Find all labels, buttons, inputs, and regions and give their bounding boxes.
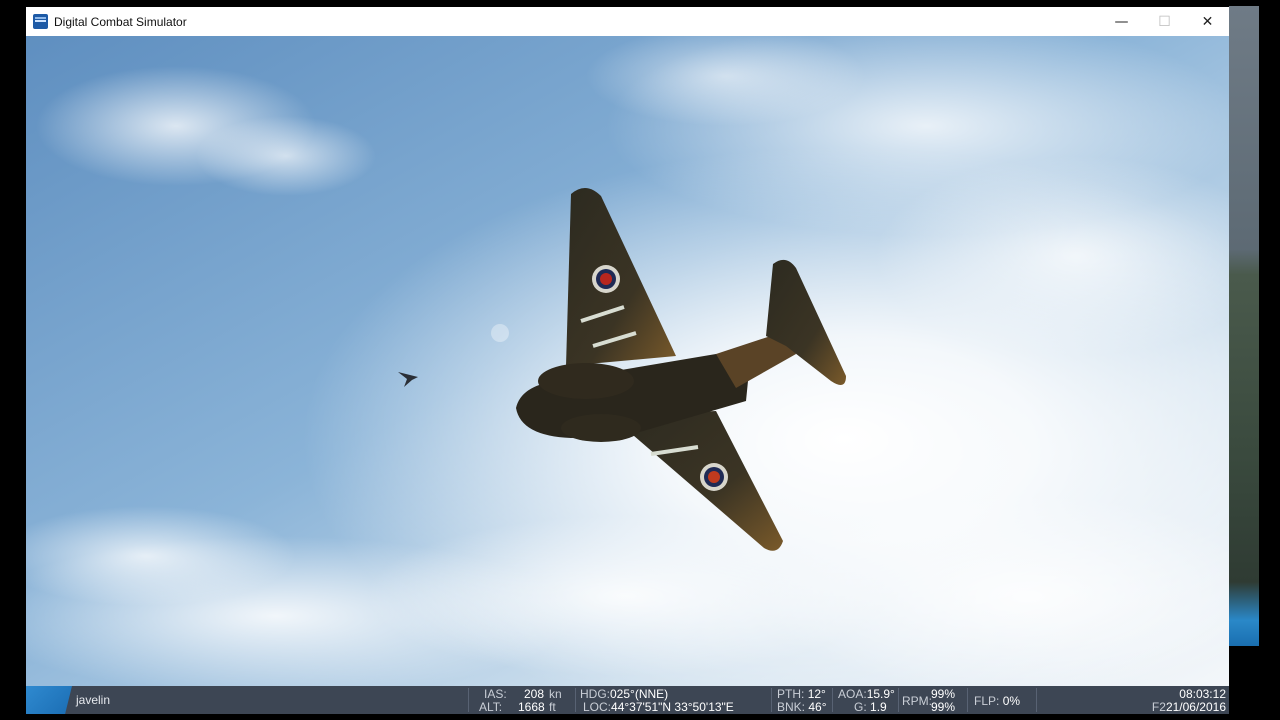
frame-label: F2: [1151, 700, 1166, 714]
separator: [468, 688, 469, 712]
window-controls: — ☐ ✕: [1100, 7, 1229, 36]
rpm-value-2: 99%: [931, 700, 956, 714]
minimize-button[interactable]: —: [1100, 7, 1143, 36]
location-readout: LOC:44°37'51"N 33°50'13"E: [583, 701, 734, 714]
alt-label: ALT:: [479, 700, 503, 714]
g-readout: G: 1.9: [854, 701, 887, 714]
clock-time: 08:03:12: [1179, 687, 1226, 701]
rpm-readout-2: 99%: [931, 701, 955, 714]
loc-label: LOC:: [583, 700, 612, 714]
title-bar[interactable]: Digital Combat Simulator — ☐ ✕: [26, 7, 1229, 36]
bnk-value: 46°: [808, 700, 827, 714]
rpm-value-1: 99%: [931, 687, 956, 701]
background-window: [1229, 6, 1259, 646]
flaps-readout: FLP: 0%: [974, 695, 1020, 708]
alt-unit: ft: [549, 700, 556, 714]
pth-label: PTH:: [777, 687, 805, 701]
separator: [967, 688, 968, 712]
date-value: 21/06/2016: [1165, 700, 1226, 714]
window-title: Digital Combat Simulator: [54, 14, 187, 29]
camera-indicator: [26, 686, 72, 714]
separator: [575, 688, 576, 712]
bnk-label: BNK:: [777, 700, 806, 714]
loc-value: 44°37'51"N 33°50'13"E: [611, 700, 734, 714]
flp-value: 0%: [1002, 694, 1021, 708]
separator: [898, 688, 899, 712]
dcs-window: Digital Combat Simulator — ☐ ✕ javelin I…: [26, 7, 1229, 714]
dcs-app-icon: [33, 14, 48, 29]
status-bar: javelin IAS: 208 kn ALT: 1668 ft HDG:025…: [26, 686, 1229, 714]
date-readout: F221/06/2016: [1152, 701, 1226, 714]
pth-value: 12°: [807, 687, 826, 701]
alt-value: 1668: [518, 700, 545, 714]
separator: [1036, 688, 1037, 712]
maximize-button[interactable]: ☐: [1143, 7, 1186, 36]
hdg-value: 025°(NNE): [610, 687, 669, 701]
flp-label: FLP:: [974, 694, 1000, 708]
aoa-label: AOA:: [838, 687, 867, 701]
unit-name: javelin: [76, 693, 111, 707]
bank-readout: BNK: 46°: [777, 701, 827, 714]
rpm-label: RPM:: [902, 694, 932, 708]
hdg-label: HDG:: [580, 687, 610, 701]
g-value: 1.9: [870, 700, 887, 714]
rpm-label-cell: RPM:: [902, 695, 932, 708]
ias-label: IAS:: [484, 687, 507, 701]
sky-scene: [26, 36, 1229, 686]
simulation-viewport[interactable]: [26, 36, 1229, 686]
separator: [832, 688, 833, 712]
separator: [771, 688, 772, 712]
close-button[interactable]: ✕: [1186, 7, 1229, 36]
alt-readout: ALT: 1668 ft: [479, 701, 564, 714]
g-label: G:: [854, 700, 867, 714]
aoa-value: 15.9°: [866, 687, 895, 701]
